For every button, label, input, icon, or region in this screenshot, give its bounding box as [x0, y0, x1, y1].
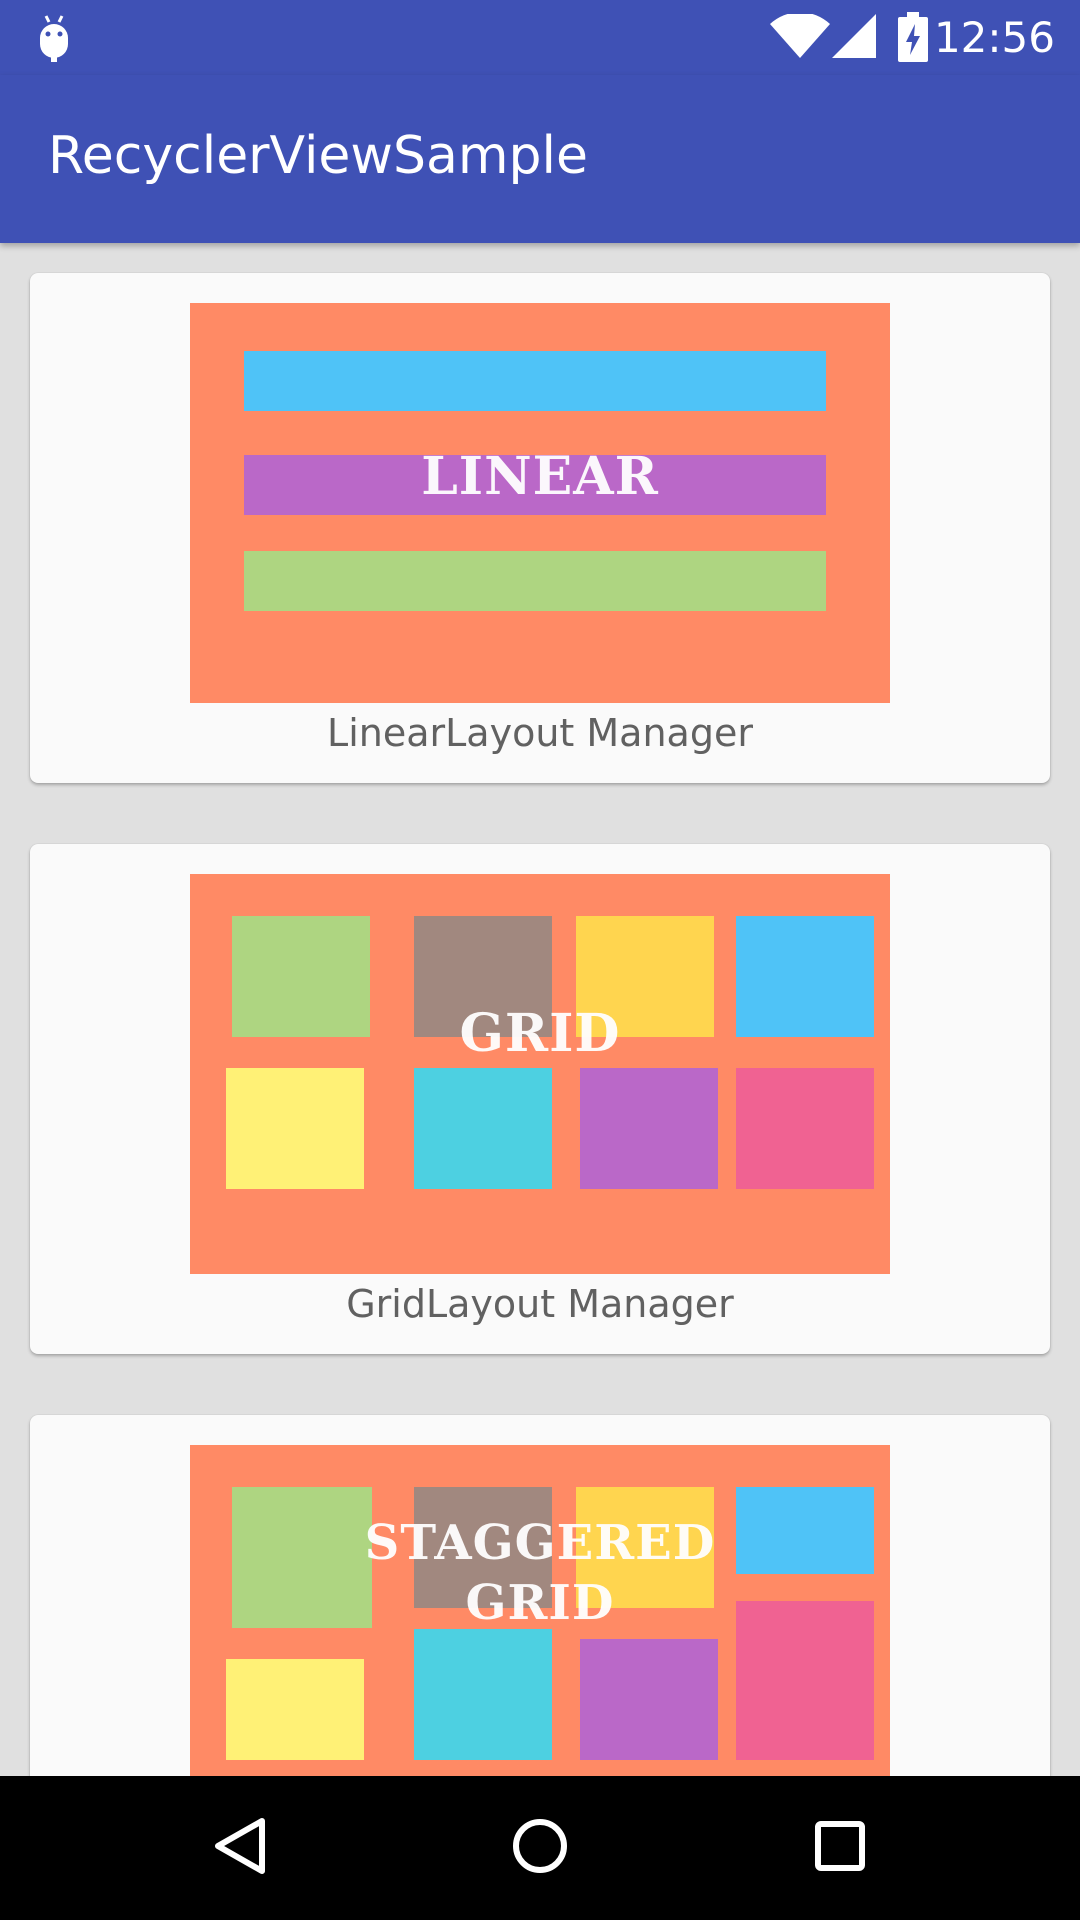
android-debug-icon — [36, 14, 72, 66]
card-linear-layout-manager[interactable]: LINEAR LinearLayout Manager — [30, 273, 1050, 783]
navigation-bar — [0, 1776, 1080, 1920]
linear-bar-green — [244, 551, 826, 611]
app-title: RecyclerViewSample — [48, 126, 588, 186]
recents-button[interactable] — [790, 1798, 890, 1898]
card-caption-grid: GridLayout Manager — [346, 1282, 734, 1326]
grid-tile-purple — [580, 1068, 718, 1189]
staggered-thumbnail-label-line1: STAGGERED — [364, 1515, 716, 1571]
wifi-icon — [770, 12, 830, 64]
staggered-grid-thumbnail: STAGGERED GRID — [190, 1445, 890, 1776]
card-caption-linear: LinearLayout Manager — [327, 711, 753, 755]
staggered-tile-purple — [580, 1639, 718, 1760]
linear-thumbnail: LINEAR — [190, 303, 890, 703]
linear-bar-blue — [244, 351, 826, 411]
battery-charging-icon — [898, 12, 928, 66]
back-triangle-icon — [212, 1816, 268, 1880]
linear-thumbnail-label: LINEAR — [421, 446, 659, 507]
staggered-tile-yellow — [226, 1659, 364, 1760]
recents-square-icon — [814, 1820, 866, 1876]
grid-tile-yellow — [226, 1068, 364, 1189]
home-circle-icon — [510, 1816, 570, 1880]
grid-thumbnail-label: GRID — [459, 1003, 621, 1064]
status-bar: 12:56 — [0, 0, 1080, 75]
card-staggered-grid-layout-manager[interactable]: STAGGERED GRID — [30, 1415, 1050, 1776]
status-time: 12:56 — [933, 13, 1055, 62]
grid-tile-pink — [736, 1068, 874, 1189]
grid-thumbnail: GRID — [190, 874, 890, 1274]
card-grid-layout-manager[interactable]: GRID GridLayout Manager — [30, 844, 1050, 1354]
home-button[interactable] — [490, 1798, 590, 1898]
back-button[interactable] — [190, 1798, 290, 1898]
recycler-view-list[interactable]: LINEAR LinearLayout Manager GRID GridLay… — [0, 243, 1080, 1776]
grid-tile-cyan — [414, 1068, 552, 1189]
staggered-thumbnail-label-line2: GRID — [465, 1575, 615, 1631]
app-bar: RecyclerViewSample — [0, 75, 1080, 243]
staggered-tile-cyan — [414, 1629, 552, 1760]
cellular-signal-icon — [832, 14, 876, 64]
